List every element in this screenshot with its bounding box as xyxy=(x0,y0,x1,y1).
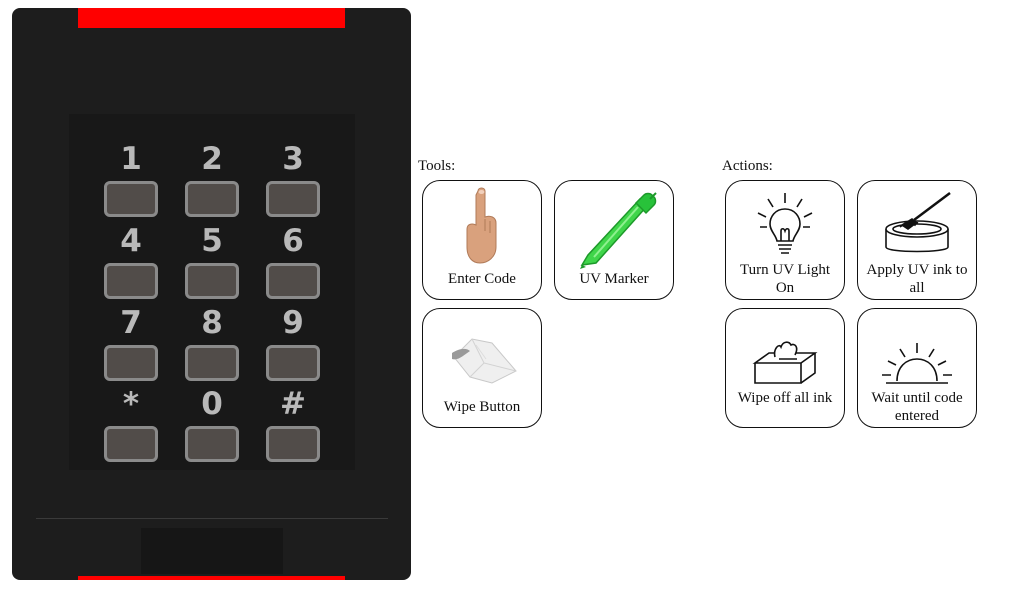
key-star: * xyxy=(104,386,158,462)
action-label: Turn UV Light On xyxy=(739,262,831,296)
key-button-hash[interactable] xyxy=(266,426,320,462)
key-button-3[interactable] xyxy=(266,181,320,217)
key-2: 2 xyxy=(185,141,239,217)
status-led-bottom xyxy=(78,576,345,580)
finger-press-icon xyxy=(423,185,541,265)
key-digit: 9 xyxy=(282,305,304,341)
key-digit: 8 xyxy=(201,305,223,341)
keypad-device: 1 2 3 4 5 6 7 8 9 * 0 # xyxy=(12,8,411,580)
key-button-6[interactable] xyxy=(266,263,320,299)
key-digit: 5 xyxy=(201,223,223,259)
key-6: 6 xyxy=(266,223,320,299)
tissue-wipe-icon xyxy=(423,313,541,393)
action-label: Wipe off all ink xyxy=(737,390,833,406)
key-5: 5 xyxy=(185,223,239,299)
key-button-4[interactable] xyxy=(104,263,158,299)
key-0: 0 xyxy=(185,386,239,462)
tool-label: UV Marker xyxy=(579,271,649,287)
key-digit: # xyxy=(280,386,306,422)
tool-wipe-button[interactable]: Wipe Button xyxy=(422,308,542,428)
key-button-8[interactable] xyxy=(185,345,239,381)
action-turn-uv-light-on[interactable]: Turn UV Light On xyxy=(725,180,845,300)
action-label: Apply UV ink to all xyxy=(866,262,968,296)
key-1: 1 xyxy=(104,141,158,217)
key-9: 9 xyxy=(266,305,320,381)
key-digit: 3 xyxy=(282,141,304,177)
tool-enter-code[interactable]: Enter Code xyxy=(422,180,542,300)
tool-label: Enter Code xyxy=(448,271,516,287)
key-digit: 4 xyxy=(120,223,142,259)
action-apply-uv-ink[interactable]: Apply UV ink to all xyxy=(857,180,977,300)
actions-heading: Actions: xyxy=(722,158,773,174)
status-led-top xyxy=(78,8,345,28)
key-digit: 6 xyxy=(282,223,304,259)
device-divider xyxy=(36,518,388,519)
key-hash: # xyxy=(266,386,320,462)
key-7: 7 xyxy=(104,305,158,381)
tool-uv-marker[interactable]: UV Marker xyxy=(554,180,674,300)
key-digit: 7 xyxy=(120,305,142,341)
key-3: 3 xyxy=(266,141,320,217)
key-button-7[interactable] xyxy=(104,345,158,381)
key-digit: * xyxy=(122,386,140,422)
key-button-0[interactable] xyxy=(185,426,239,462)
light-bulb-icon xyxy=(726,185,844,265)
key-digit: 1 xyxy=(120,141,142,177)
key-4: 4 xyxy=(104,223,158,299)
key-button-2[interactable] xyxy=(185,181,239,217)
card-reader-pad xyxy=(141,528,283,574)
sunrise-icon xyxy=(858,313,976,393)
key-button-star[interactable] xyxy=(104,426,158,462)
action-wipe-off-ink[interactable]: Wipe off all ink xyxy=(725,308,845,428)
uv-marker-icon xyxy=(555,185,673,269)
key-digit: 2 xyxy=(201,141,223,177)
keypad-panel: 1 2 3 4 5 6 7 8 9 * 0 # xyxy=(69,114,355,470)
key-8: 8 xyxy=(185,305,239,381)
tissue-box-icon xyxy=(726,313,844,393)
key-button-9[interactable] xyxy=(266,345,320,381)
action-wait-until-code-entered[interactable]: Wait until code entered xyxy=(857,308,977,428)
ink-pot-brush-icon xyxy=(858,185,976,265)
key-button-1[interactable] xyxy=(104,181,158,217)
tool-label: Wipe Button xyxy=(443,399,521,415)
tools-heading: Tools: xyxy=(418,158,456,174)
key-digit: 0 xyxy=(201,386,223,422)
action-label: Wait until code entered xyxy=(871,390,963,424)
key-button-5[interactable] xyxy=(185,263,239,299)
